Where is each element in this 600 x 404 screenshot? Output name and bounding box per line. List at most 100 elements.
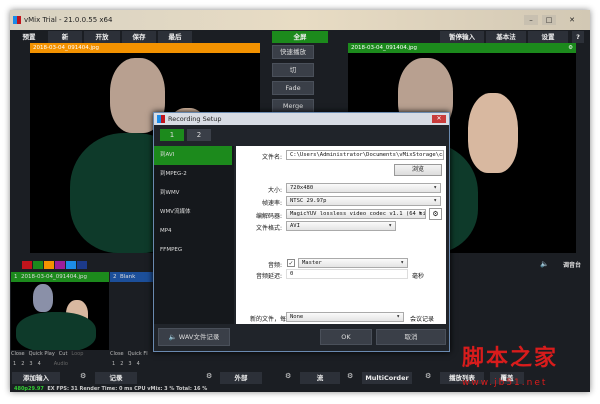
last-button[interactable]: 最后 — [158, 31, 192, 43]
overlay-3-button[interactable]: 3 — [29, 361, 32, 367]
audio-button[interactable]: Audio — [54, 361, 68, 367]
input-2-controls: Close Quick Fl — [110, 351, 148, 357]
color-tags — [22, 261, 87, 269]
audio-checkbox[interactable]: ✓ — [287, 259, 295, 267]
gear-icon[interactable]: ⚙ — [425, 372, 431, 380]
tag-red[interactable] — [22, 261, 32, 269]
quick-play-input-button[interactable]: Quick Fl — [128, 351, 148, 357]
overlay-4-button[interactable]: 4 — [38, 361, 41, 367]
browse-button[interactable]: 浏览 — [394, 164, 442, 176]
cancel-button[interactable]: 取消 — [376, 329, 446, 345]
preview-title: 2018-03-04_091404.jpg — [33, 45, 99, 51]
maximize-button[interactable]: □ — [542, 15, 556, 25]
speaker-icon[interactable]: 🔈 — [540, 260, 549, 268]
cut-input-button[interactable]: Cut — [59, 351, 68, 357]
cut-button[interactable]: 切 — [272, 63, 314, 77]
gear-icon[interactable]: ⚙ — [206, 372, 212, 380]
gear-icon[interactable]: ⚙ — [347, 372, 353, 380]
file-format-label: 文件格式: — [255, 225, 282, 232]
window-title: vMix Trial - 21.0.0.55 x64 — [24, 16, 113, 24]
loop-input-button[interactable]: Loop — [71, 351, 83, 357]
size-label: 大小: — [267, 187, 282, 194]
video-format: 480p29.97 — [14, 386, 44, 392]
codec-select[interactable]: MagicYUV lossless video codec v1.1 (64 b… — [286, 209, 426, 219]
external-button[interactable]: 外部 — [220, 372, 262, 384]
new-file-select[interactable]: None — [286, 312, 404, 322]
overlay-3-button[interactable]: 3 — [128, 361, 131, 367]
format-mp4[interactable]: MP4 — [154, 222, 232, 241]
settings-button[interactable]: 设置 — [528, 31, 568, 43]
format-mpeg2[interactable]: 到MPEG-2 — [154, 165, 232, 184]
tag-orange[interactable] — [44, 261, 54, 269]
audio-label: 音频: — [267, 262, 282, 269]
format-ffmpeg[interactable]: FFMPEG — [154, 241, 232, 260]
input-1-thumbnail[interactable] — [11, 282, 109, 350]
gear-icon[interactable]: ⚙ — [285, 372, 291, 380]
merge-button[interactable]: Merge — [272, 99, 314, 113]
input-number: 2 — [113, 274, 117, 280]
close-input-button[interactable]: Close — [110, 351, 124, 357]
close-input-button[interactable]: Close — [11, 351, 25, 357]
overlay-2-button[interactable]: 2 — [21, 361, 24, 367]
format-wmv-stream[interactable]: WMV流媒体 — [154, 203, 232, 222]
overlay-1-button[interactable]: 1 — [112, 361, 115, 367]
add-input-button[interactable]: 添加输入 — [12, 372, 60, 384]
multicorder-button[interactable]: MultiCorder — [362, 372, 412, 384]
dialog-title: Recording Setup — [168, 115, 222, 123]
minimize-button[interactable]: – — [524, 15, 538, 25]
render-value: 0 ms — [118, 386, 133, 392]
filename-input[interactable]: C:\Users\Administrator\Documents\vMixSto… — [286, 150, 444, 160]
cpu-label: CPU vMix: — [134, 386, 163, 392]
fade-button[interactable]: Fade — [272, 81, 314, 95]
save-button[interactable]: 保存 — [122, 31, 156, 43]
fullscreen-button[interactable]: 全屏 — [272, 31, 328, 43]
overlay-1-button[interactable]: 1 — [13, 361, 16, 367]
gear-icon[interactable]: ⚙ — [568, 43, 573, 53]
wav-record-button[interactable]: 🔈 WAV文件记录 — [158, 328, 230, 346]
quick-play-button[interactable]: 快速播放 — [272, 45, 314, 59]
output-header: 2018-03-04_091404.jpg ⚙ — [348, 43, 576, 53]
gear-icon[interactable]: ⚙ — [80, 372, 86, 380]
ok-button[interactable]: OK — [320, 329, 372, 345]
framerate-select[interactable]: NTSC 29.97p — [286, 196, 441, 206]
mixer-label[interactable]: 调音台 — [563, 260, 581, 269]
basic-button[interactable]: 基本法 — [486, 31, 526, 43]
format-list: 到AVI 到MPEG-2 到WMV WMV流媒体 MP4 FFMPEG — [154, 146, 234, 324]
format-wmv[interactable]: 到WMV — [154, 184, 232, 203]
input-2-header[interactable]: 2 Blank — [110, 272, 156, 282]
file-format-select[interactable]: AVI — [286, 221, 396, 231]
audio-source-select[interactable]: Master — [298, 258, 408, 268]
codec-settings-gear-icon[interactable]: ⚙ — [429, 208, 442, 220]
presets-menu[interactable]: 预置 — [12, 31, 46, 43]
wav-label: WAV文件记录 — [178, 333, 220, 341]
fps-value: 31 — [70, 386, 78, 392]
overlay-2-button[interactable]: 2 — [120, 361, 123, 367]
audio-delay-input[interactable]: 0 — [286, 269, 408, 279]
app-icon — [13, 16, 21, 24]
title-bar: vMix Trial - 21.0.0.55 x64 – □ ✕ — [10, 10, 590, 30]
total-label: Total: — [176, 386, 192, 392]
tab-2[interactable]: 2 — [187, 129, 211, 141]
quick-play-input-button[interactable]: Quick Play — [29, 351, 55, 357]
help-button[interactable]: ? — [572, 31, 584, 43]
format-avi[interactable]: 到AVI — [154, 146, 232, 165]
record-button[interactable]: 记录 — [95, 372, 137, 384]
input-name: 2018-03-04_091404.jpg — [21, 274, 87, 280]
add-input-stream-button[interactable]: 暂停输入 — [440, 31, 484, 43]
tab-1[interactable]: 1 — [160, 129, 184, 141]
overlay-4-button[interactable]: 4 — [137, 361, 140, 367]
tag-green[interactable] — [33, 261, 43, 269]
tag-blue[interactable] — [66, 261, 76, 269]
stream-button[interactable]: 流 — [300, 372, 340, 384]
input-name: Blank — [120, 274, 136, 280]
tag-navy[interactable] — [77, 261, 87, 269]
close-button[interactable]: ✕ — [562, 15, 582, 25]
input-1-controls: Close Quick Play Cut Loop — [11, 351, 83, 357]
open-button[interactable]: 开放 — [84, 31, 120, 43]
dialog-close-button[interactable]: ✕ — [432, 115, 446, 123]
input-1-header[interactable]: 1 2018-03-04_091404.jpg — [11, 272, 109, 282]
cpu-value: 3 % — [164, 386, 175, 392]
tag-purple[interactable] — [55, 261, 65, 269]
new-button[interactable]: 新 — [48, 31, 82, 43]
size-select[interactable]: 720x480 — [286, 183, 441, 193]
